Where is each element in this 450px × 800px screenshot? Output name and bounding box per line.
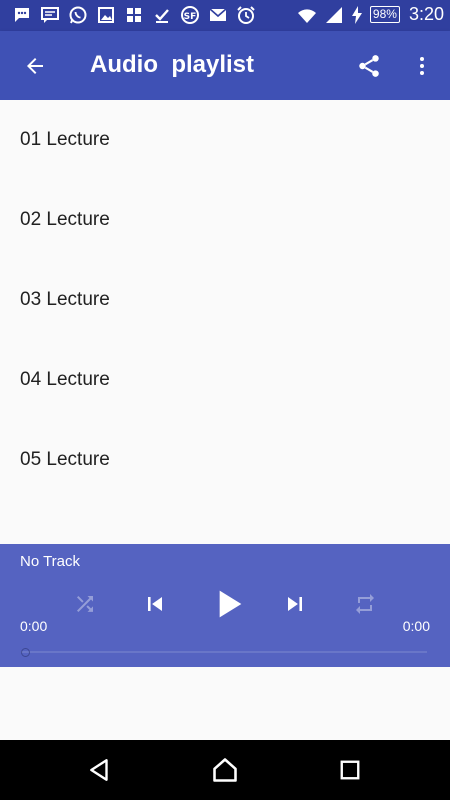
now-playing-label: No Track [20,553,81,570]
download-done-icon [152,5,172,25]
notification-icons: SF [12,5,256,25]
seek-track [21,651,427,653]
shuffle-icon [77,596,93,612]
next-button[interactable] [278,587,312,621]
page-title: Audio playlist [90,51,255,78]
share-button[interactable] [352,49,386,83]
signal-icon [324,5,344,25]
playlist-item[interactable]: 02 Lecture [0,180,450,260]
seek-thumb[interactable] [21,648,30,657]
more-vert-icon [420,57,424,75]
back-button[interactable] [18,49,52,83]
whatsapp-icon [68,5,88,25]
message-icon [40,5,60,25]
playlist-item[interactable]: 05 Lecture [0,420,450,500]
nav-back-button[interactable] [85,755,115,785]
audio-player: No Track 0:00 0:00 [0,544,450,667]
overflow-menu-button[interactable] [408,49,436,83]
charging-bolt-icon [351,5,363,25]
play-icon [219,590,242,618]
skip-next-icon [288,597,302,611]
playlist-item[interactable]: 04 Lecture [0,340,450,420]
square-recents-icon [340,760,360,780]
screen: SF 98% 3:20 Audio playlist 01 Lecture 02… [0,0,450,800]
mail-icon [208,5,228,25]
repeat-icon [356,594,374,614]
share-icon [359,55,379,77]
sf-app-icon: SF [180,5,200,25]
app-bar: Audio playlist [0,31,450,100]
image-icon [96,5,116,25]
svg-text:SF: SF [184,12,197,22]
skip-previous-icon [148,597,162,611]
current-time: 0:00 [20,618,48,634]
navigation-bar [0,740,450,800]
shuffle-button[interactable] [70,589,100,619]
status-bar: SF 98% 3:20 [0,0,450,31]
previous-button[interactable] [138,587,172,621]
playlist-item[interactable]: 01 Lecture [0,100,450,180]
chat-bubble-icon [12,5,32,25]
wifi-icon [297,5,317,25]
seek-bar[interactable] [21,646,427,658]
flag-icon [124,5,144,25]
triangle-back-icon [90,759,108,781]
nav-recents-button[interactable] [335,755,365,785]
clock: 3:20 [408,4,444,24]
play-button[interactable] [206,582,250,626]
home-icon [213,758,237,782]
alarm-icon [236,5,256,25]
total-time: 0:00 [402,618,430,634]
system-icons: 98% 3:20 [297,4,444,25]
arrow-back-icon [27,58,43,74]
playlist: 01 Lecture 02 Lecture 03 Lecture 04 Lect… [0,100,450,544]
repeat-button[interactable] [350,589,380,619]
nav-home-button[interactable] [210,755,240,785]
playlist-item[interactable]: 03 Lecture [0,260,450,340]
battery-indicator: 98% [369,6,400,23]
